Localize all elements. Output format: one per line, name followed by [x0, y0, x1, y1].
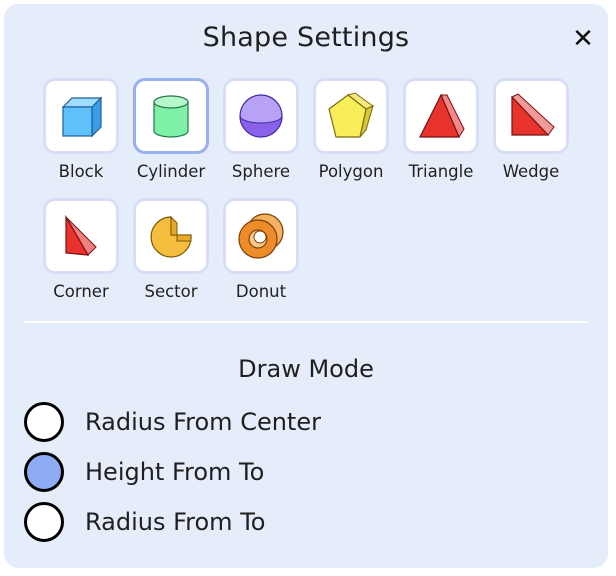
draw-mode-option-height-from-to[interactable]: Height From To	[24, 452, 264, 492]
radio-label: Height From To	[85, 458, 265, 486]
shape-tile[interactable]	[493, 78, 569, 154]
shape-tile[interactable]	[133, 198, 209, 274]
radio-label: Radius From Center	[85, 408, 321, 436]
shape-tile-selected[interactable]	[133, 78, 209, 154]
shape-label: Donut	[235, 282, 287, 301]
donut-icon	[238, 213, 284, 259]
shape-option-corner[interactable]: Corner	[43, 198, 119, 308]
triangle-icon	[419, 93, 465, 139]
shape-tile[interactable]	[43, 198, 119, 274]
divider	[24, 321, 588, 323]
shape-label: Wedge	[502, 162, 560, 181]
dialog-title: Shape Settings	[202, 22, 410, 53]
shape-option-wedge[interactable]: Wedge	[493, 78, 569, 188]
shape-option-polygon[interactable]: Polygon	[313, 78, 389, 188]
radio-label: Radius From To	[85, 508, 266, 536]
sector-icon	[150, 215, 192, 258]
sphere-icon	[239, 94, 283, 138]
shape-option-triangle[interactable]: Triangle	[403, 78, 479, 188]
radio-button-checked[interactable]	[24, 452, 64, 492]
shape-tile[interactable]	[223, 78, 299, 154]
radio-button[interactable]	[24, 502, 64, 542]
draw-mode-option-radius-from-to[interactable]: Radius From To	[24, 502, 265, 542]
shape-tile[interactable]	[313, 78, 389, 154]
corner-icon	[65, 214, 97, 256]
shape-option-block[interactable]: Block	[43, 78, 119, 188]
polygon-icon	[328, 92, 375, 138]
radio-button[interactable]	[24, 402, 64, 442]
shape-settings-dialog: Shape Settings ✕ Block Cylinder Sphere P…	[4, 4, 608, 568]
shape-tile[interactable]	[223, 198, 299, 274]
close-button[interactable]: ✕	[568, 24, 598, 54]
shape-option-cylinder[interactable]: Cylinder	[133, 78, 209, 188]
draw-mode-option-radius-from-center[interactable]: Radius From Center	[24, 402, 321, 442]
draw-mode-title: Draw Mode	[238, 355, 374, 383]
shape-tile[interactable]	[403, 78, 479, 154]
block-icon	[61, 96, 103, 138]
shape-option-donut[interactable]: Donut	[223, 198, 299, 308]
shape-option-sphere[interactable]: Sphere	[223, 78, 299, 188]
shape-tile[interactable]	[43, 78, 119, 154]
wedge-icon	[511, 93, 555, 136]
cylinder-icon	[153, 95, 189, 138]
shape-option-sector[interactable]: Sector	[133, 198, 209, 308]
